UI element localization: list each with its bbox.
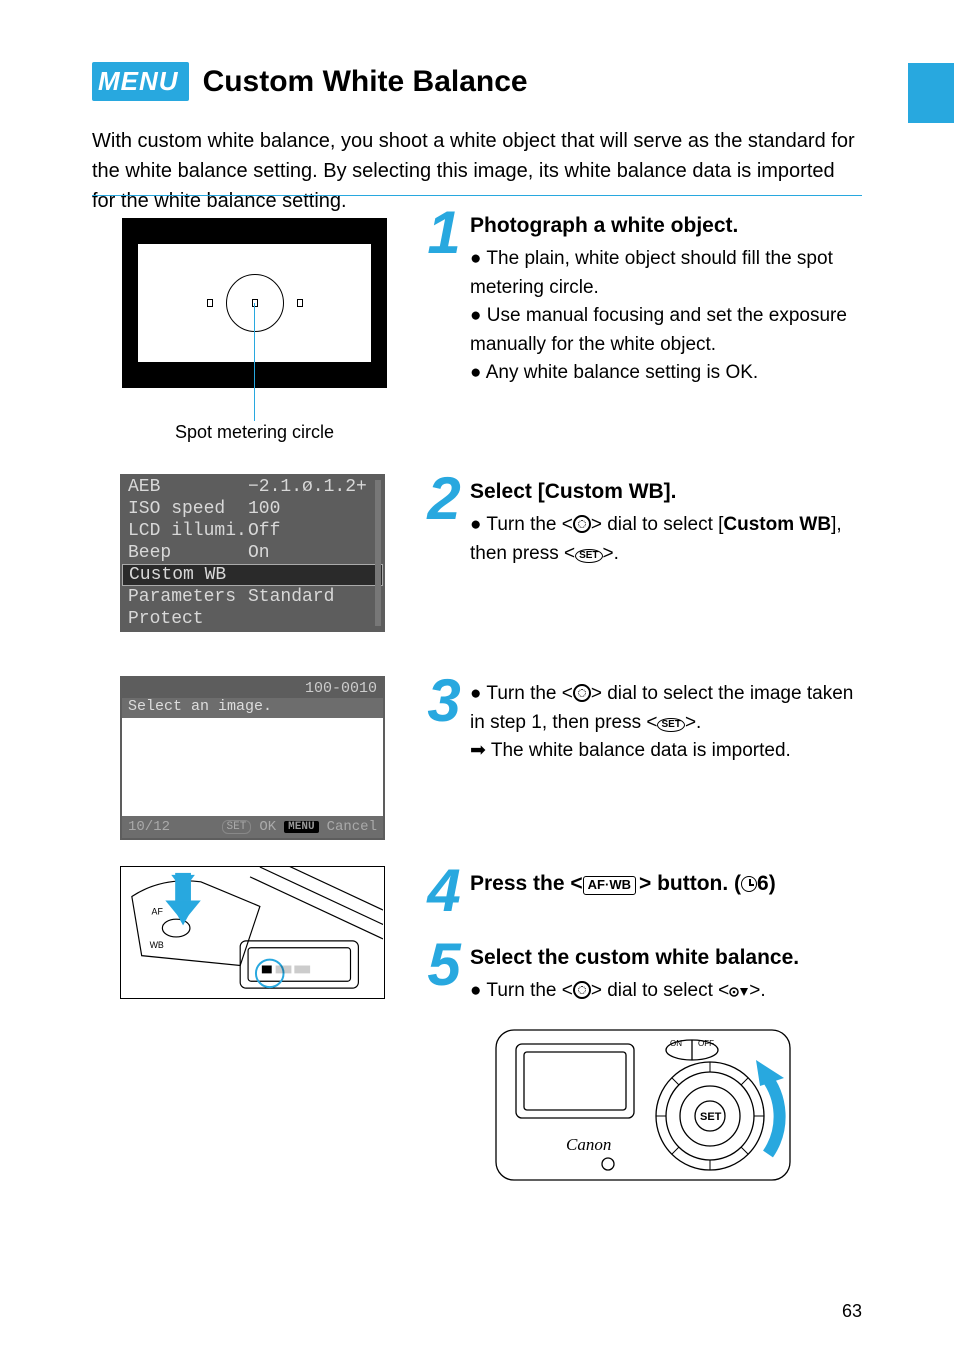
step-title: Select [Custom WB].: [470, 478, 862, 505]
step-bullet: ● Any white balance setting is OK.: [470, 359, 862, 388]
step-5: 5 Select the custom white balance. ● Tur…: [420, 944, 862, 1006]
menu-value: On: [248, 543, 377, 563]
divider: [92, 195, 862, 196]
step-1: 1 Photograph a white object. ● The plain…: [420, 212, 862, 388]
camera-back-figure: Canon ON OFF SET: [492, 1024, 794, 1188]
menu-value: Off: [248, 521, 377, 541]
af-point-right: [297, 299, 303, 307]
step-bullet: ● Use manual focusing and set the exposu…: [470, 302, 862, 359]
step-title: Photograph a white object.: [470, 212, 862, 239]
svg-text:SET: SET: [700, 1111, 722, 1123]
step-number: 4: [420, 856, 468, 925]
timer-icon: [741, 876, 757, 892]
quick-dial-icon: [573, 684, 591, 702]
svg-text:ON: ON: [670, 1039, 682, 1048]
custom-wb-icon: [729, 979, 749, 993]
lcd-menu-figure: AEB−2.1.ø.1.2+ ISO speed100 LCD illumi.O…: [120, 474, 385, 632]
menu-chip: MENU: [284, 821, 318, 833]
svg-text:WB: WB: [150, 940, 164, 950]
leader-line: [254, 303, 255, 421]
step-title: Press the <AF·WB> button. (6): [470, 870, 862, 897]
menu-row: Protect: [122, 608, 383, 630]
step-title: Select the custom white balance.: [470, 944, 862, 971]
menu-value: Standard: [248, 587, 377, 607]
svg-text:AF: AF: [152, 906, 164, 916]
menu-label: Custom WB: [129, 565, 249, 585]
step-bullet: ● The plain, white object should fill th…: [470, 245, 862, 302]
scroll-indicator: [375, 480, 381, 626]
menu-row-selected: Custom WB: [122, 564, 383, 586]
image-preview-area: [122, 718, 383, 816]
menu-row: AEB−2.1.ø.1.2+: [122, 476, 383, 498]
af-wb-icon: AF·WB: [583, 876, 636, 895]
step-number: 2: [420, 464, 468, 533]
quick-dial-icon: [573, 981, 591, 999]
camera-top-figure: AF WB: [120, 866, 385, 999]
set-icon: SET: [575, 549, 602, 563]
quick-dial-icon: [573, 515, 591, 533]
af-point-left: [207, 299, 213, 307]
menu-row: LCD illumi.Off: [122, 520, 383, 542]
step-number: 3: [420, 666, 468, 735]
menu-value: 100: [248, 499, 377, 519]
lcd-select-figure: 100-0010 Select an image. 10/12 SET OK M…: [120, 676, 385, 840]
menu-row: ParametersStandard: [122, 586, 383, 608]
menu-row: ISO speed100: [122, 498, 383, 520]
menu-row: BeepOn: [122, 542, 383, 564]
page-title: Custom White Balance: [203, 65, 528, 99]
menu-label: AEB: [128, 477, 248, 497]
step-text: ● Turn the <> dial to select the image t…: [470, 680, 862, 766]
step-4: 4 Press the <AF·WB> button. (6): [420, 870, 862, 903]
image-counter: 10/12: [128, 819, 170, 835]
step-text: ● Turn the <> dial to select <>.: [470, 977, 862, 1006]
cancel-label: Cancel: [327, 819, 377, 835]
select-prompt: Select an image.: [128, 698, 272, 715]
set-chip: SET: [222, 820, 252, 834]
image-number: 100-0010: [305, 680, 377, 697]
step-number: 1: [420, 198, 468, 267]
step-text: ● Turn the <> dial to select [Custom WB]…: [470, 511, 862, 568]
menu-badge: MENU: [92, 62, 189, 101]
page-number: 63: [842, 1301, 862, 1322]
title-row: MENU Custom White Balance: [92, 62, 862, 101]
menu-label: ISO speed: [128, 499, 248, 519]
menu-value: −2.1.ø.1.2+: [248, 477, 377, 497]
menu-label: LCD illumi.: [128, 521, 248, 541]
svg-text:OFF: OFF: [698, 1039, 714, 1048]
step-number: 5: [420, 930, 468, 999]
menu-label: Protect: [128, 609, 248, 629]
brand-label: Canon: [566, 1135, 611, 1154]
intro-text: With custom white balance, you shoot a w…: [92, 126, 862, 216]
set-icon: SET: [657, 718, 684, 732]
ok-label: OK: [259, 819, 276, 835]
page-tab: [908, 63, 954, 123]
step-3: 3 ● Turn the <> dial to select the image…: [420, 680, 862, 766]
step-2: 2 Select [Custom WB]. ● Turn the <> dial…: [420, 478, 862, 568]
menu-label: Parameters: [128, 587, 248, 607]
viewfinder-caption: Spot metering circle: [122, 422, 387, 443]
menu-label: Beep: [128, 543, 248, 563]
